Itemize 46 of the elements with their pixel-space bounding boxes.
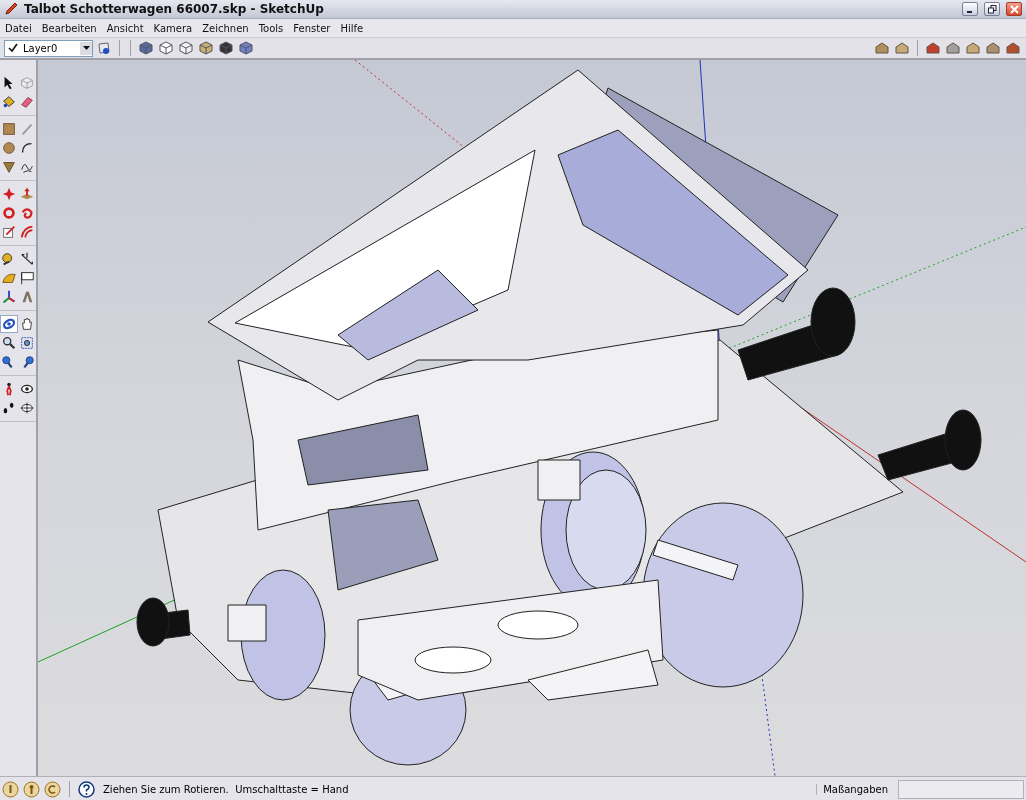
house-icon[interactable] (895, 41, 909, 55)
cube-icon[interactable] (139, 41, 153, 55)
house-icon[interactable] (875, 41, 889, 55)
3d-viewport[interactable] (38, 60, 1026, 776)
monochrome-cube-icon[interactable] (239, 41, 253, 55)
checkmark-icon (8, 43, 18, 53)
house-icon[interactable] (926, 41, 940, 55)
axes-icon[interactable] (0, 288, 18, 306)
menu-item[interactable]: Kamera (148, 22, 198, 34)
menu-item[interactable]: Datei (0, 22, 37, 34)
menu-item[interactable]: Fenster (288, 22, 336, 34)
minimize-button[interactable] (962, 2, 978, 16)
magnifier-icon[interactable] (0, 334, 18, 352)
square-icon[interactable] (0, 120, 18, 138)
menu-item[interactable]: Bearbeiten (36, 22, 102, 34)
house-icon[interactable] (986, 41, 1000, 55)
shaded-cube-icon[interactable] (199, 41, 213, 55)
menu-item[interactable]: Tools (253, 22, 289, 34)
restore-icon (987, 4, 997, 14)
menu-item[interactable]: Ansicht (101, 22, 149, 34)
status-hint: Ziehen Sie zum Rotieren. Umschalttaste = Hand (103, 783, 350, 795)
textured-cube-icon[interactable] (219, 41, 233, 55)
help-icon[interactable] (78, 780, 95, 798)
house-icon[interactable] (966, 41, 980, 55)
layer-manager-icon[interactable] (97, 41, 111, 55)
orbit-icon[interactable] (0, 315, 18, 333)
caret-icon (82, 46, 90, 50)
menu-item[interactable]: Hilfe (335, 22, 369, 34)
hidden-line-cube-icon[interactable] (179, 41, 193, 55)
menu-item[interactable]: Zeichnen (197, 22, 254, 34)
house-icon[interactable] (946, 41, 960, 55)
close-button[interactable] (1006, 2, 1022, 16)
measurements-label: Maßangaben (816, 783, 894, 795)
house-icon[interactable] (1006, 41, 1020, 55)
measurements-field[interactable] (898, 779, 1024, 799)
window-title: Talbot Schotterwagen 66007.skp - SketchUp (24, 2, 325, 16)
scale-icon[interactable] (0, 223, 18, 241)
label-icon[interactable] (18, 269, 36, 287)
copyright-icon[interactable] (44, 780, 61, 798)
circle-icon[interactable] (0, 139, 18, 157)
restore-button[interactable] (984, 2, 1000, 16)
zoom-window-icon[interactable] (18, 334, 36, 352)
close-icon (1009, 4, 1019, 14)
wireframe-cube-icon[interactable] (159, 41, 173, 55)
layer-dropdown[interactable]: Layer0 (4, 39, 93, 57)
rotate-icon[interactable] (0, 204, 18, 222)
